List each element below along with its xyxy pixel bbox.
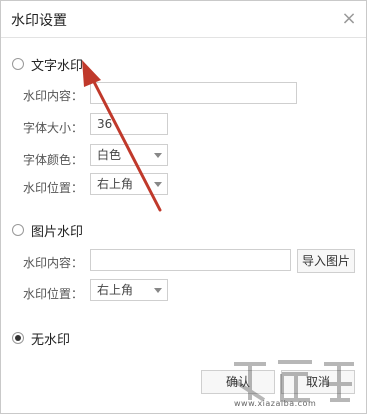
text-content-label: 水印内容： <box>23 89 84 103</box>
dialog-title: 水印设置 <box>11 13 67 29</box>
image-watermark-label[interactable]: 图片水印 <box>31 221 83 240</box>
image-position-label: 水印位置： <box>23 287 84 301</box>
font-size-label: 字体大小： <box>23 121 84 135</box>
text-watermark-radio[interactable] <box>12 58 24 70</box>
no-watermark-radio[interactable] <box>12 332 24 344</box>
image-content-label: 水印内容： <box>23 256 84 270</box>
chevron-down-icon <box>154 153 162 158</box>
title-bar: 水印设置 × <box>1 1 366 38</box>
text-watermark-label[interactable]: 文字水印 <box>31 55 83 74</box>
image-position-value: 右上角 <box>97 283 134 297</box>
text-position-select[interactable]: 右上角 <box>90 173 168 195</box>
font-color-label: 字体颜色： <box>23 153 84 167</box>
font-size-input[interactable]: 36 <box>90 113 168 135</box>
text-content-input[interactable] <box>90 82 297 104</box>
import-image-button[interactable]: 导入图片 <box>297 249 355 273</box>
site-url-watermark: www.xiazaiba.com <box>234 399 317 408</box>
close-icon[interactable]: × <box>339 9 359 29</box>
image-position-select[interactable]: 右上角 <box>90 279 168 301</box>
text-position-label: 水印位置： <box>23 181 84 195</box>
chevron-down-icon <box>154 182 162 187</box>
chevron-down-icon <box>154 288 162 293</box>
font-color-select[interactable]: 白色 <box>90 144 168 166</box>
font-color-value: 白色 <box>97 148 122 162</box>
image-content-input[interactable] <box>90 249 291 271</box>
no-watermark-label[interactable]: 无水印 <box>31 329 70 348</box>
image-watermark-radio[interactable] <box>12 224 24 236</box>
text-position-value: 右上角 <box>97 177 134 191</box>
